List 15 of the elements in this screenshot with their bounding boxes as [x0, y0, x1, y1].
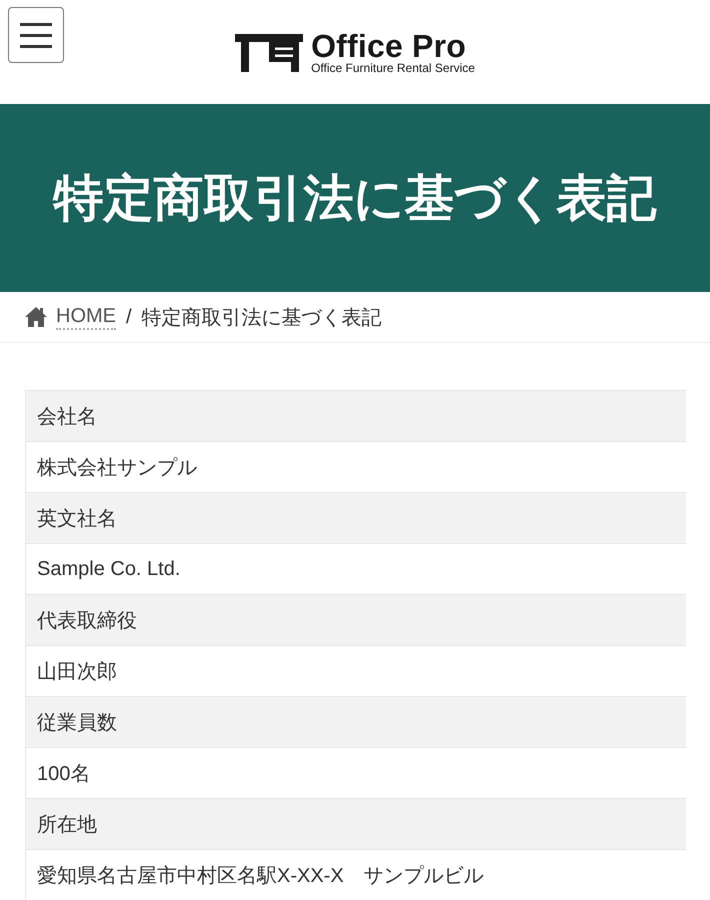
home-icon	[25, 307, 47, 327]
home-link[interactable]: HOME	[56, 304, 116, 330]
logo-tagline: Office Furniture Rental Service	[311, 61, 475, 75]
logo-wordmark: Office Pro	[311, 31, 466, 61]
menu-icon	[20, 22, 52, 48]
table-header-cell: 会社名	[26, 390, 686, 441]
desk-icon	[235, 34, 304, 72]
table-header-cell: 所在地	[26, 798, 686, 849]
breadcrumb-separator: /	[126, 306, 132, 328]
table-header-cell: 代表取締役	[26, 594, 686, 645]
page-title: 特定商取引法に基づく表記	[54, 168, 656, 228]
table-header-cell: 英文社名	[26, 492, 686, 543]
menu-button[interactable]	[8, 7, 64, 63]
breadcrumb-current-page: 特定商取引法に基づく表記	[142, 306, 382, 330]
table-header-cell: 従業員数	[26, 696, 686, 747]
